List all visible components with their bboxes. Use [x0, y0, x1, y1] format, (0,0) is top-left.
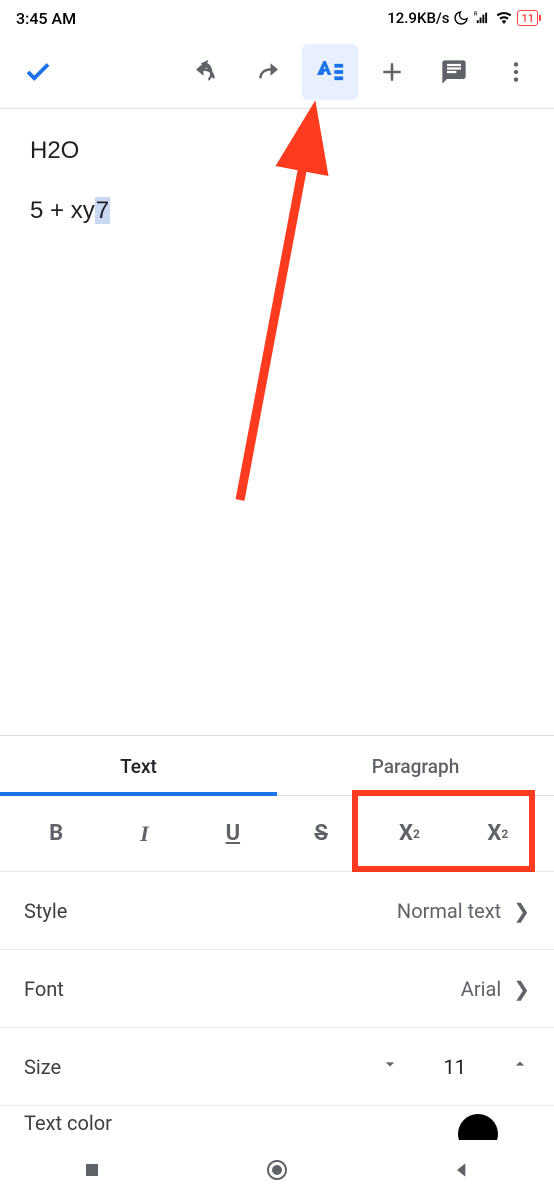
status-bar: 3:45 AM 12.9KB/s R 11: [0, 0, 554, 36]
format-panel: Text Paragraph B I U S X2 X2 Style Norma…: [0, 735, 554, 1140]
moon-icon: [453, 10, 469, 26]
font-value: Arial: [461, 977, 501, 1001]
net-speed: 12.9KB/s: [387, 9, 449, 27]
size-increase-button[interactable]: [510, 1054, 530, 1079]
undo-button[interactable]: [178, 44, 234, 100]
more-button[interactable]: [488, 44, 544, 100]
style-label: Style: [24, 899, 67, 923]
textcolor-swatch: [458, 1114, 498, 1140]
redo-button[interactable]: [240, 44, 296, 100]
comment-button[interactable]: [426, 44, 482, 100]
nav-home-button[interactable]: [263, 1156, 291, 1184]
superscript-button[interactable]: X2: [365, 821, 453, 846]
chevron-right-icon: ❯: [513, 977, 530, 1001]
system-nav-bar: [0, 1140, 554, 1200]
svg-text:R: R: [474, 11, 478, 17]
strikethrough-button[interactable]: S: [277, 821, 365, 846]
signal-icon: R: [473, 10, 491, 26]
battery-icon: 11: [517, 10, 538, 26]
format-text-button[interactable]: [302, 44, 358, 100]
toolbar: [0, 36, 554, 108]
size-decrease-button[interactable]: [380, 1054, 400, 1079]
style-row[interactable]: Style Normal text ❯: [0, 872, 554, 950]
size-value: 11: [444, 1055, 466, 1079]
doc-line-2[interactable]: 5 + xy7: [30, 197, 524, 225]
size-row: Size 11: [0, 1028, 554, 1106]
doc-line-1[interactable]: H2O: [30, 137, 524, 165]
chevron-right-icon: ❯: [513, 899, 530, 923]
subscript-button[interactable]: X2: [454, 821, 542, 846]
style-value: Normal text: [397, 899, 501, 923]
status-right: 12.9KB/s R 11: [387, 9, 538, 27]
nav-recent-button[interactable]: [78, 1156, 106, 1184]
tab-text[interactable]: Text: [0, 736, 277, 796]
textcolor-label: Text color: [24, 1111, 112, 1135]
wifi-icon: [495, 10, 513, 26]
bold-button[interactable]: B: [12, 821, 100, 846]
document-area[interactable]: H2O 5 + xy7: [0, 109, 554, 735]
status-time: 3:45 AM: [16, 9, 76, 28]
underline-button[interactable]: U: [189, 821, 277, 846]
textcolor-row[interactable]: Text color: [0, 1106, 554, 1140]
font-label: Font: [24, 977, 64, 1001]
size-label: Size: [24, 1055, 380, 1079]
insert-button[interactable]: [364, 44, 420, 100]
text-cursor: 7: [95, 197, 110, 224]
italic-button[interactable]: I: [100, 821, 188, 847]
font-row[interactable]: Font Arial ❯: [0, 950, 554, 1028]
tab-paragraph[interactable]: Paragraph: [277, 736, 554, 796]
text-format-row: B I U S X2 X2: [0, 796, 554, 872]
nav-back-button[interactable]: [448, 1156, 476, 1184]
format-tabs: Text Paragraph: [0, 736, 554, 796]
confirm-button[interactable]: [10, 44, 66, 100]
